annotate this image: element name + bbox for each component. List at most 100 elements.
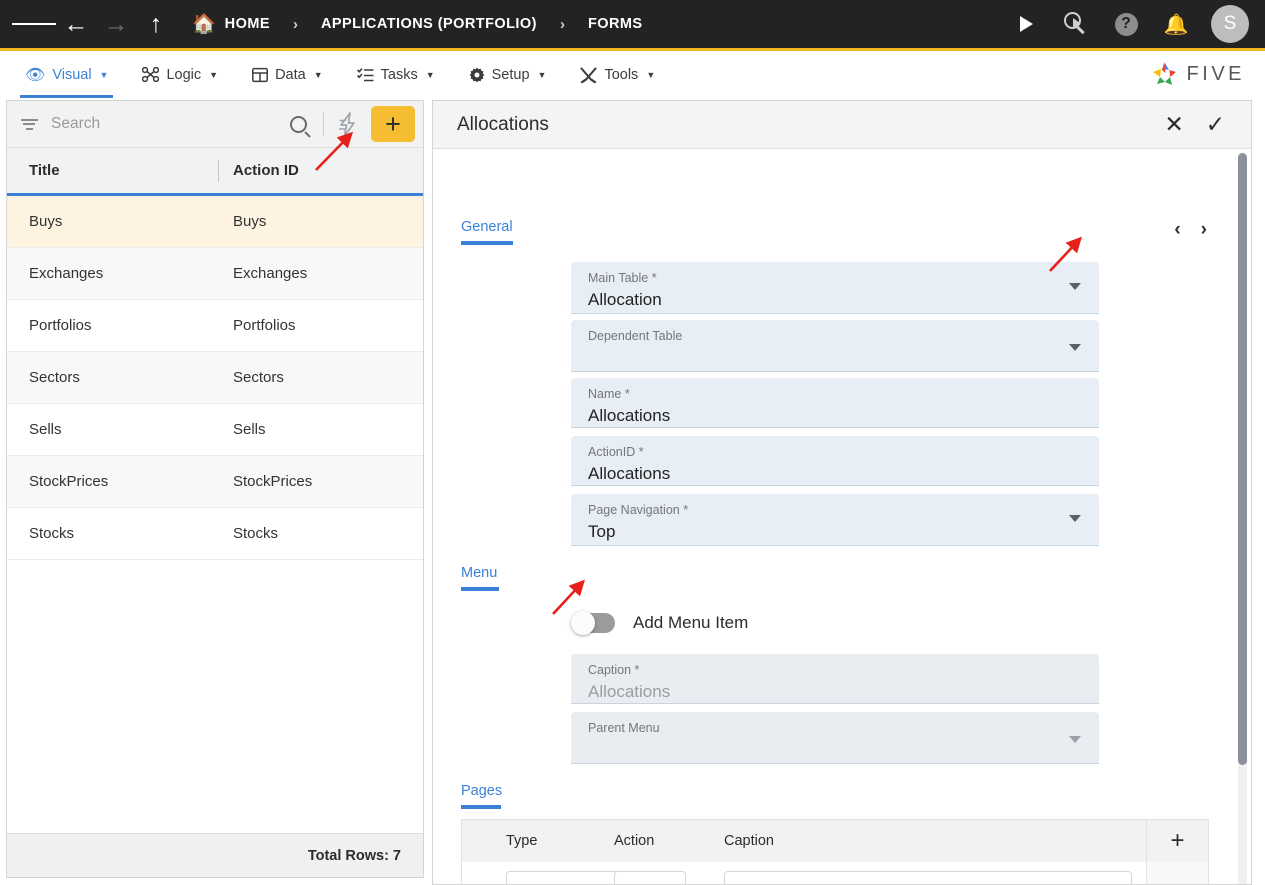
chevron-down-icon[interactable] (1069, 736, 1081, 743)
search-input[interactable] (51, 115, 290, 133)
field-name[interactable]: Name * Allocations (571, 378, 1099, 428)
play-icon (1019, 16, 1033, 32)
list-header-row: Title Action ID (7, 148, 423, 196)
field-label: Parent Menu (588, 721, 660, 735)
menu-item-tools[interactable]: Tools ▼ (563, 51, 672, 98)
table-row[interactable]: StockPrices StockPrices (7, 456, 423, 508)
clear-icon[interactable]: ✕ (1103, 880, 1119, 885)
top-bar-actions: ? 🔔 S (1003, 0, 1265, 48)
breadcrumb-item-forms[interactable]: FORMS (588, 16, 643, 32)
chevron-down-icon: ▼ (425, 69, 435, 80)
logic-nodes-icon (142, 67, 160, 82)
field-parent-menu[interactable]: Parent Menu (571, 712, 1099, 764)
cell-title: Stocks (29, 525, 75, 542)
help-icon: ? (1114, 12, 1138, 36)
filter-icon[interactable] (7, 118, 51, 130)
avatar[interactable]: S (1211, 5, 1249, 43)
menu-label-setup: Setup (491, 66, 530, 83)
page-title: Allocations (457, 113, 549, 135)
confirm-icon[interactable]: ✓ (1206, 113, 1225, 136)
cell-action-id: Sectors (233, 369, 284, 386)
chevron-down-icon: ▼ (646, 69, 656, 80)
chevron-down-icon[interactable] (1069, 515, 1081, 522)
menu-label-data: Data (275, 66, 306, 83)
section-menu: Menu (461, 565, 499, 591)
search-icon[interactable] (290, 115, 307, 133)
field-dependent-table[interactable]: Dependent Table (571, 320, 1099, 372)
pages-table: Type Action Caption + Form (461, 819, 1209, 884)
menu-item-visual[interactable]: 👁 Visual ▼ (8, 51, 125, 98)
field-main-table[interactable]: Main Table * Allocation (571, 262, 1099, 314)
detail-scrollbar-track[interactable] (1238, 153, 1247, 884)
active-underline (20, 94, 114, 98)
up-arrow-icon[interactable]: ↑ (136, 0, 176, 48)
total-rows-label: Total Rows: 7 (7, 833, 423, 877)
column-header-action-id[interactable]: Action ID (219, 162, 299, 179)
menu-item-data[interactable]: Data ▼ (235, 51, 340, 98)
home-icon: 🏠 (192, 14, 216, 35)
section-underline (461, 241, 513, 245)
lightning-bolt-icon (338, 111, 355, 137)
chevron-down-icon[interactable] (1069, 283, 1081, 290)
menu-item-logic[interactable]: Logic ▼ (125, 51, 235, 98)
cell-action-id: Exchanges (233, 265, 308, 282)
page-action-select[interactable] (614, 871, 686, 884)
section-pages: Pages (461, 783, 502, 809)
table-row[interactable]: Stocks Stocks (7, 508, 423, 560)
table-row[interactable]: Sectors Sectors (7, 352, 423, 404)
form-detail-panel: Allocations ✕ ✓ General ‹ › Main Table *… (432, 100, 1252, 885)
field-label: Main Table * (588, 271, 657, 285)
detail-panel-actions: ✕ ✓ (1164, 113, 1251, 136)
field-label: Name * (588, 387, 630, 401)
breadcrumb-item-applications[interactable]: APPLICATIONS (PORTFOLIO) (321, 16, 537, 32)
add-menu-item-label: Add Menu Item (633, 613, 749, 632)
field-value: Allocations (588, 406, 671, 425)
table-row[interactable]: Sells Sells (7, 404, 423, 456)
page-caption-input[interactable]: General ✕ (724, 871, 1132, 884)
field-action-id[interactable]: ActionID * Allocations (571, 436, 1099, 486)
section-underline (461, 805, 501, 809)
field-label: ActionID * (588, 445, 644, 459)
run-button[interactable] (1003, 0, 1049, 48)
notifications-button[interactable]: 🔔 (1153, 0, 1199, 48)
field-page-navigation[interactable]: Page Navigation * Top (571, 494, 1099, 546)
menu-item-tasks[interactable]: Tasks ▼ (340, 51, 452, 98)
add-form-button[interactable]: + (371, 106, 415, 142)
cell-title: Portfolios (29, 317, 92, 334)
section-pager: ‹ › (1174, 219, 1207, 241)
add-menu-item-toggle[interactable] (571, 611, 615, 635)
search-toolbar: + (7, 101, 423, 148)
column-header-title[interactable]: Title (7, 162, 219, 179)
hamburger-menu-icon[interactable] (12, 0, 57, 48)
application-window: ← → ↑ 🏠 HOME › APPLICATIONS (PORTFOLIO) … (0, 0, 1265, 885)
five-logo-mark (1152, 61, 1176, 85)
lightning-bolt-button[interactable] (324, 111, 371, 137)
pages-table-row: Form General ✕ (462, 862, 1208, 884)
detail-panel-header: Allocations ✕ ✓ (433, 101, 1251, 149)
detail-scrollbar-thumb[interactable] (1238, 153, 1247, 765)
bell-icon: 🔔 (1163, 13, 1189, 36)
breadcrumb-separator: › (559, 15, 565, 33)
cell-action-id: Stocks (233, 525, 279, 542)
row-action-spacer (1146, 862, 1208, 884)
cell-title: Buys (29, 213, 63, 230)
main-menu-bar: 👁 Visual ▼ Logic ▼ Data ▼ Tasks ▼ Setup … (0, 48, 1265, 98)
search-run-button[interactable] (1053, 0, 1099, 48)
next-page-icon[interactable]: › (1201, 219, 1207, 241)
breadcrumb-item-home[interactable]: HOME (225, 16, 270, 32)
help-button[interactable]: ? (1103, 0, 1149, 48)
field-label: Page Navigation * (588, 503, 689, 517)
menu-item-setup[interactable]: Setup ▼ (452, 51, 564, 98)
table-row[interactable]: Buys Buys (7, 196, 423, 248)
prev-page-icon[interactable]: ‹ (1174, 219, 1180, 241)
field-value: Allocations (588, 682, 671, 701)
breadcrumb-separator: › (292, 15, 298, 33)
table-row[interactable]: Portfolios Portfolios (7, 300, 423, 352)
close-icon[interactable]: ✕ (1164, 113, 1183, 136)
forward-arrow-icon[interactable]: → (96, 0, 136, 48)
add-page-button[interactable]: + (1146, 820, 1208, 862)
chevron-down-icon[interactable] (1069, 344, 1081, 351)
back-arrow-icon[interactable]: ← (56, 0, 96, 48)
field-caption[interactable]: Caption * Allocations (571, 654, 1099, 704)
table-row[interactable]: Exchanges Exchanges (7, 248, 423, 300)
